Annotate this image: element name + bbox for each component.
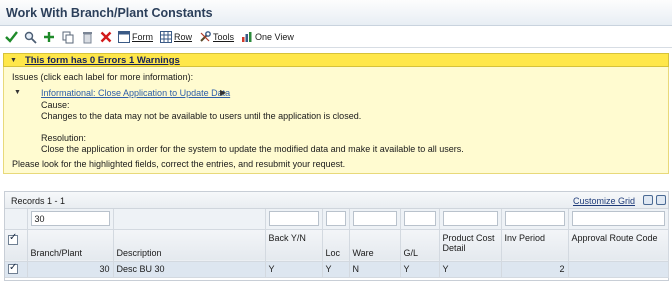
col-header-inv-period[interactable]: Inv Period: [501, 229, 569, 262]
grid-table: 30 Branch/Plant Description Back Y/N Loc…: [5, 209, 669, 278]
qbe-cell-branch-plant[interactable]: 30: [27, 209, 114, 230]
row-checkbox[interactable]: [8, 262, 18, 275]
qbe-approval-input[interactable]: [571, 211, 665, 227]
row-menu-label: Row: [174, 32, 193, 42]
grid-export-icon[interactable]: [643, 195, 653, 205]
col-header-loc[interactable]: Loc: [322, 229, 350, 262]
col-header-description[interactable]: Description: [113, 229, 266, 262]
one-view-chart-icon: [241, 31, 253, 43]
one-view-label: One View: [255, 32, 294, 42]
find-icon[interactable]: [23, 30, 37, 44]
grid-header-bar: Records 1 - 1 Customize Grid: [5, 192, 668, 209]
cause-title: Cause:: [41, 100, 70, 110]
col-header-product-cost[interactable]: Product Cost Detail: [439, 229, 502, 262]
warning-panel-body: Issues (click each label for more inform…: [3, 67, 669, 174]
qbe-ware-input[interactable]: [352, 211, 397, 227]
issue-arrow-icon[interactable]: ▶: [220, 88, 226, 97]
issue-informational-link[interactable]: Informational: Close Application to Upda…: [41, 88, 230, 98]
qbe-cell-loc[interactable]: [322, 209, 350, 230]
form-menu-button[interactable]: Form: [118, 31, 153, 43]
qbe-branch-plant-input[interactable]: 30: [30, 211, 110, 227]
cell-product-cost: Y: [439, 261, 502, 278]
qbe-loc-input[interactable]: [325, 211, 346, 227]
grid-column-headers: Branch/Plant Description Back Y/N Loc Wa…: [5, 229, 669, 262]
cell-ware: N: [349, 261, 401, 278]
resolution-title: Resolution:: [41, 133, 87, 143]
qbe-cell-product-cost[interactable]: [439, 209, 502, 230]
qbe-blank: [5, 209, 28, 230]
table-row[interactable]: 30 Desc BU 30 Y Y N Y Y 2: [5, 261, 669, 278]
add-icon[interactable]: [42, 30, 56, 44]
qbe-cell-approval[interactable]: [568, 209, 669, 230]
form-menu-label: Form: [132, 32, 153, 42]
cancel-x-icon[interactable]: [99, 30, 113, 44]
tools-menu-button[interactable]: Tools: [199, 31, 234, 43]
tools-menu-label: Tools: [213, 32, 235, 42]
qbe-cell-gl[interactable]: [400, 209, 440, 230]
records-count: Records 1 - 1: [11, 196, 66, 206]
qbe-product-cost-input[interactable]: [442, 211, 498, 227]
results-grid: Records 1 - 1 Customize Grid 30 ✓ Branch…: [4, 191, 669, 281]
row-menu-button[interactable]: Row: [160, 31, 192, 43]
cell-loc: Y: [322, 261, 350, 278]
collapse-triangle-icon[interactable]: ▼: [10, 57, 17, 64]
col-header-back[interactable]: Back Y/N: [265, 229, 323, 262]
cause-text: Changes to the data may not be available…: [41, 111, 362, 121]
qbe-gl-input[interactable]: [403, 211, 436, 227]
cell-approval: [568, 261, 669, 278]
tools-icon: [199, 31, 211, 43]
form-icon: [118, 31, 130, 43]
warning-panel-header[interactable]: ▼ This form has 0 Errors 1 Warnings: [3, 53, 669, 67]
qbe-cell-ware[interactable]: [349, 209, 401, 230]
row-select-cell[interactable]: [5, 261, 28, 278]
toolbar: Form Row Tools One View: [0, 27, 672, 48]
qbe-inv-period-input[interactable]: [504, 211, 565, 227]
col-header-ware[interactable]: Ware: [349, 229, 401, 262]
qbe-cell-back[interactable]: [265, 209, 323, 230]
qbe-cell-inv-period[interactable]: [501, 209, 569, 230]
qbe-row: 30: [5, 209, 669, 230]
warning-footer: Please look for the highlighted fields, …: [12, 159, 346, 169]
cell-description: Desc BU 30: [113, 261, 266, 278]
warning-summary-link[interactable]: This form has 0 Errors 1 Warnings: [25, 55, 180, 66]
col-header-approval[interactable]: Approval Route Code: [568, 229, 669, 262]
cell-back: Y: [265, 261, 323, 278]
issues-intro: Issues (click each label for more inform…: [12, 72, 194, 82]
customize-grid-link[interactable]: Customize Grid: [573, 196, 635, 206]
one-view-button[interactable]: One View: [241, 31, 294, 43]
cell-gl: Y: [400, 261, 440, 278]
ok-check-icon[interactable]: [4, 30, 18, 44]
cell-branch-plant[interactable]: 30: [27, 261, 114, 278]
grid-maximize-icon[interactable]: [656, 195, 666, 205]
qbe-cell-description: [113, 209, 266, 230]
resolution-text: Close the application in order for the s…: [41, 144, 464, 154]
col-header-gl[interactable]: G/L: [400, 229, 440, 262]
page-title: Work With Branch/Plant Constants: [6, 6, 213, 20]
select-all-checkbox[interactable]: [8, 233, 18, 246]
copy-icon[interactable]: [61, 30, 75, 44]
title-bar: Work With Branch/Plant Constants: [0, 0, 672, 26]
cell-inv-period: 2: [501, 261, 569, 278]
row-grid-icon: [160, 31, 172, 43]
select-all-cell[interactable]: [5, 229, 28, 262]
qbe-back-input[interactable]: [268, 211, 319, 227]
col-header-branch-plant[interactable]: Branch/Plant: [27, 229, 114, 262]
issue-expand-triangle-icon[interactable]: ▼: [14, 89, 21, 96]
delete-trash-icon[interactable]: [80, 30, 94, 44]
